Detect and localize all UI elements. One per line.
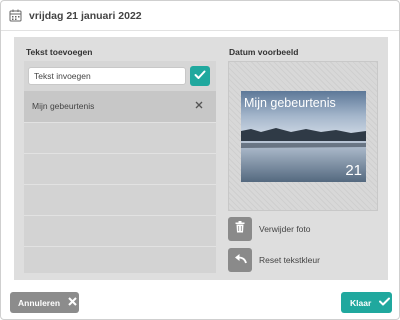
trash-icon (235, 220, 245, 238)
dialog: vrijdag 21 januari 2022 Tekst toevoegen … (0, 0, 400, 320)
reset-text-color-action[interactable]: Reset tekstkleur (228, 248, 320, 272)
cancel-button[interactable]: Annuleren (10, 292, 79, 313)
date-preview-section-label: Datum voorbeeld (229, 47, 299, 57)
reset-text-color-label: Reset tekstkleur (259, 255, 320, 265)
checkmark-icon (194, 67, 206, 85)
empty-list-row (24, 215, 216, 246)
date-preview: Mijn gebeurtenis 21 (228, 61, 378, 211)
content-panel: Tekst toevoegen Datum voorbeeld Mijn geb… (14, 37, 388, 280)
add-text-section-label: Tekst toevoegen (26, 47, 93, 57)
dialog-header: vrijdag 21 januari 2022 (1, 1, 399, 31)
delete-photo-button[interactable] (228, 217, 252, 241)
empty-list-row (24, 153, 216, 184)
done-button[interactable]: Klaar (341, 292, 392, 313)
calendar-icon (9, 9, 22, 22)
checkmark-icon (379, 297, 391, 308)
delete-photo-action[interactable]: Verwijder foto (228, 217, 311, 241)
text-input[interactable] (28, 67, 186, 85)
cancel-label: Annuleren (18, 297, 61, 308)
reset-text-color-button[interactable] (228, 248, 252, 272)
done-label: Klaar (350, 297, 372, 308)
list-item[interactable]: Mijn gebeurtenis (24, 91, 216, 122)
close-icon (68, 297, 77, 308)
event-label: Mijn gebeurtenis (32, 101, 95, 111)
undo-arrow-icon (234, 251, 247, 269)
text-input-row (24, 61, 216, 91)
dialog-title: vrijdag 21 januari 2022 (29, 9, 142, 22)
empty-list-row (24, 122, 216, 153)
preview-text: Mijn gebeurtenis (244, 96, 336, 110)
delete-photo-label: Verwijder foto (259, 224, 311, 234)
empty-list-row (24, 184, 216, 215)
preview-photo: Mijn gebeurtenis 21 (241, 91, 366, 182)
empty-list-row (24, 246, 216, 277)
text-list: Mijn gebeurtenis (24, 61, 216, 273)
close-icon[interactable] (195, 101, 203, 112)
confirm-text-button[interactable] (190, 66, 210, 86)
preview-day-number: 21 (345, 162, 362, 179)
